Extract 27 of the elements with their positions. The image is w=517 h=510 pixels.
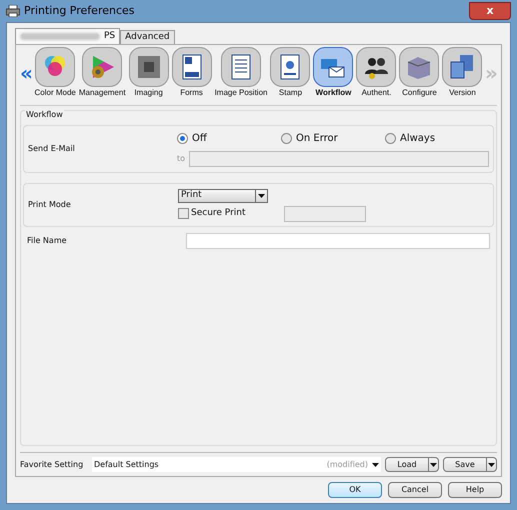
field-label: Send E-Mail: [28, 143, 76, 155]
close-button[interactable]: x: [469, 2, 511, 20]
radio-option[interactable]: On Error: [281, 131, 385, 146]
printer-icon: [6, 5, 20, 17]
dialog-button[interactable]: Cancel: [388, 482, 442, 498]
radio-option[interactable]: Always: [385, 131, 489, 146]
split-button[interactable]: Load: [385, 457, 439, 472]
caret-icon: [258, 194, 265, 198]
field-label: Print Mode: [28, 199, 72, 211]
caret-icon: [430, 462, 437, 466]
print-mode-dropdown[interactable]: Print: [178, 188, 268, 202]
favorite-setting-label: Favorite Setting: [20, 458, 84, 470]
tab[interactable]: Advanced: [120, 30, 175, 44]
caret-icon: [372, 462, 379, 466]
favorite-setting-dropdown[interactable]: Default Settings (modified): [92, 457, 381, 472]
field-label: File Name: [27, 235, 68, 247]
window-title: Printing Preferences: [24, 2, 135, 19]
previous-arrow[interactable]: «: [20, 63, 32, 83]
file-name-field[interactable]: [186, 233, 490, 249]
dialog-button[interactable]: OK: [328, 482, 382, 498]
to-label: to: [177, 153, 186, 165]
dialog-button[interactable]: Help: [448, 482, 502, 498]
secure-print-checkbox[interactable]: Secure Print: [178, 206, 284, 220]
split-button[interactable]: Save: [443, 457, 497, 472]
tab[interactable]: PS: [15, 28, 120, 44]
caret-icon: [488, 462, 495, 466]
radio-option[interactable]: Off: [177, 131, 281, 146]
